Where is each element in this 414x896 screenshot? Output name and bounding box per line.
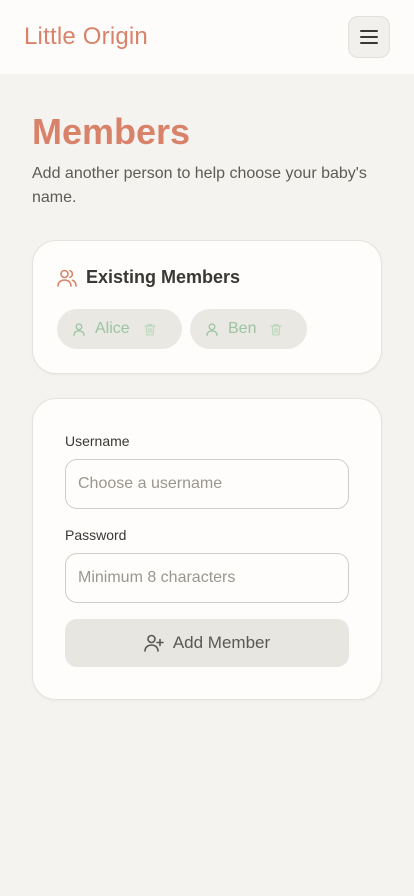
password-label: Password bbox=[65, 527, 127, 543]
member-chip: Ben bbox=[190, 309, 307, 349]
hamburger-menu-icon bbox=[360, 30, 378, 44]
page-title: Members bbox=[32, 111, 191, 152]
add-member-button[interactable]: Add Member bbox=[65, 619, 349, 667]
top-bar: Little Origin bbox=[0, 0, 414, 74]
existing-members-title: Existing Members bbox=[86, 267, 241, 287]
member-name: Alice bbox=[95, 320, 130, 337]
menu-button[interactable] bbox=[348, 16, 390, 58]
user-icon bbox=[206, 322, 218, 336]
password-input[interactable] bbox=[65, 553, 349, 603]
username-label: Username bbox=[65, 433, 130, 449]
trash-icon[interactable] bbox=[144, 323, 156, 336]
user-plus-icon bbox=[144, 634, 164, 652]
brand-logo[interactable]: Little Origin bbox=[24, 23, 148, 51]
member-list: Alice Ben bbox=[57, 309, 307, 349]
username-input[interactable] bbox=[65, 459, 349, 509]
existing-members-card: Existing Members Alice Ben bbox=[32, 240, 382, 374]
user-icon bbox=[73, 322, 85, 336]
existing-members-header: Existing Members bbox=[57, 267, 240, 288]
trash-icon[interactable] bbox=[270, 323, 283, 336]
users-icon bbox=[57, 269, 77, 287]
add-member-form: Username Password Add Member bbox=[32, 398, 382, 700]
add-member-label: Add Member bbox=[172, 633, 271, 652]
member-name: Ben bbox=[228, 320, 257, 337]
page-header: Members Add another person to help choos… bbox=[32, 110, 382, 210]
page-subtitle: Add another person to help choose your b… bbox=[32, 165, 367, 206]
member-chip: Alice bbox=[57, 309, 182, 349]
